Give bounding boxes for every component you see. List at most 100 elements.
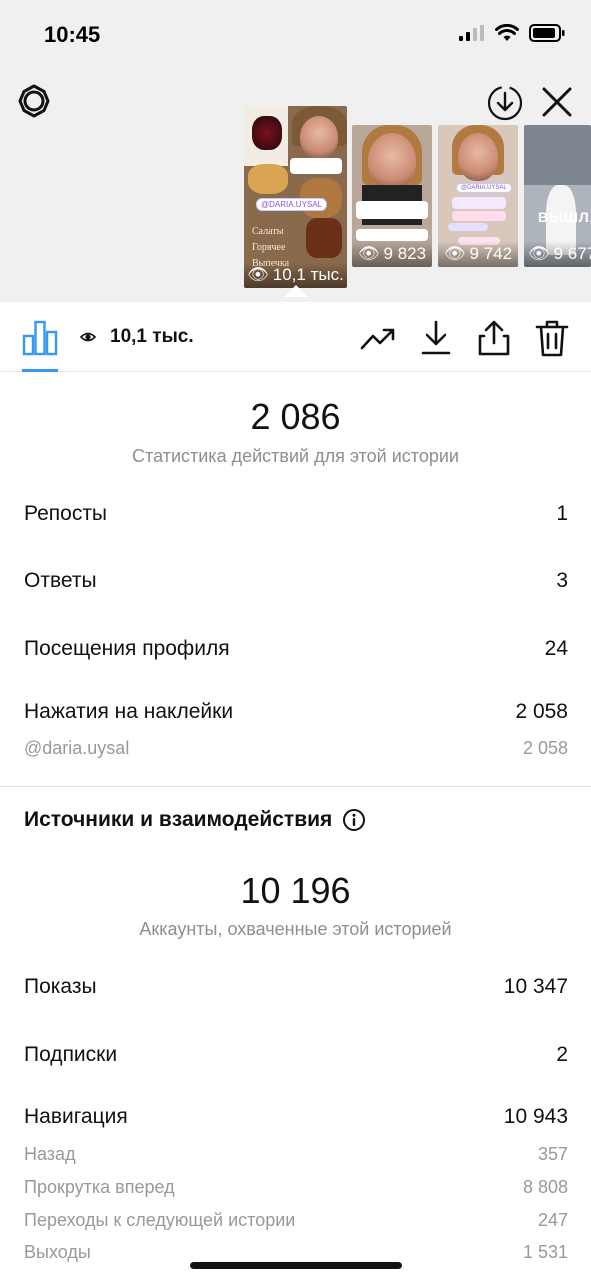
stat-value: 2 058 xyxy=(515,700,568,723)
promote-button[interactable] xyxy=(360,319,396,357)
close-button[interactable] xyxy=(540,85,574,119)
stat-row-forward: Прокрутка вперед 8 808 xyxy=(24,1177,568,1198)
story-text-line: Салаты xyxy=(252,226,284,237)
stat-label: Посещения профиля xyxy=(24,637,230,660)
eye-icon: 👁 xyxy=(247,265,269,284)
status-icons xyxy=(459,24,565,42)
bar-chart-icon xyxy=(22,320,58,356)
stat-value: 1 531 xyxy=(522,1242,568,1262)
section-title-text: Источники и взаимодействия xyxy=(24,808,333,831)
stat-value: 2 xyxy=(556,1043,568,1066)
stat-label: Показы xyxy=(24,975,97,998)
story-thumbnail-selected[interactable]: @DARIA.UYSAL Салаты Горячее Выпечка 👁10,… xyxy=(244,106,347,288)
stat-row-next-story: Переходы к следующей истории 247 xyxy=(24,1210,568,1231)
battery-icon xyxy=(529,24,565,42)
share-button[interactable] xyxy=(476,319,512,357)
accounts-reached-caption: Аккаунты, охваченные этой историей xyxy=(139,919,452,939)
story-views-count: 10,1 тыс. xyxy=(272,265,344,284)
stat-row-sticker-mention: @daria.uysal 2 058 xyxy=(24,738,568,759)
stat-value: 1 xyxy=(556,502,568,525)
stat-row-shares: Репосты 1 xyxy=(24,502,568,526)
story-views-count: 9 677 xyxy=(553,244,591,263)
stat-label: Ответы xyxy=(24,569,97,592)
cellular-signal-icon xyxy=(459,25,484,41)
story-views-count: 9 823 xyxy=(383,244,427,263)
story-mention-tag: @DARIA.UYSAL xyxy=(256,198,328,211)
status-time: 10:45 xyxy=(44,22,101,47)
story-caption-bubble xyxy=(356,229,428,241)
save-story-button[interactable] xyxy=(486,84,524,122)
info-icon[interactable] xyxy=(342,808,366,832)
story-views: 👁 9 742 xyxy=(438,241,518,267)
trending-up-icon xyxy=(360,328,395,350)
story-carousel-area: @DARIA.UYSAL Салаты Горячее Выпечка 👁10,… xyxy=(0,70,591,302)
story-toolbar: 10,1 тыс. xyxy=(0,302,591,372)
story-views: 👁9 677 xyxy=(524,241,591,267)
settings-button[interactable] xyxy=(14,82,54,122)
stat-label: Выходы xyxy=(24,1242,91,1262)
stat-row-navigation: Навигация 10 943 xyxy=(24,1105,568,1129)
story-caption-bubble xyxy=(452,211,506,221)
stat-label: Прокрутка вперед xyxy=(24,1177,175,1197)
stat-value: 24 xyxy=(544,637,568,660)
home-indicator[interactable] xyxy=(190,1262,402,1269)
toolbar-views-count: 10,1 тыс. xyxy=(110,326,194,347)
stat-label: Навигация xyxy=(24,1105,128,1128)
story-text-line: Горячее xyxy=(252,242,286,253)
stat-row-replies: Ответы 3 xyxy=(24,569,568,593)
story-overlay-text: ВЫШЛА xyxy=(538,209,591,225)
story-views-count: 9 742 xyxy=(469,244,513,263)
stat-row-follows: Подписки 2 xyxy=(24,1043,568,1067)
toolbar-views: 10,1 тыс. xyxy=(80,326,194,348)
stat-value: 10 943 xyxy=(503,1105,568,1128)
stat-value: 357 xyxy=(537,1144,568,1164)
stat-label: Нажатия на наклейки xyxy=(24,700,234,723)
eye-icon: 👁 xyxy=(357,244,380,263)
stat-value: 247 xyxy=(537,1210,568,1230)
status-bar: 10:45 xyxy=(0,0,591,70)
story-views: 👁 9 823 xyxy=(352,241,432,267)
section-divider xyxy=(0,786,591,787)
story-caption-bubble xyxy=(448,223,488,231)
eye-icon: 👁 xyxy=(443,244,466,263)
story-mention-tag: @DARIA.UYSAL xyxy=(456,183,512,193)
active-tab-indicator xyxy=(22,369,58,372)
story-caption-bubble xyxy=(356,201,428,219)
stat-value: 3 xyxy=(556,569,568,592)
wifi-icon xyxy=(495,24,519,41)
stat-row-back: Назад 357 xyxy=(24,1144,568,1165)
discovery-section-title: Источники и взаимодействия xyxy=(24,808,366,832)
interactions-caption: Статистика действий для этой истории xyxy=(132,446,459,466)
stat-row-impressions: Показы 10 347 xyxy=(24,975,568,999)
accounts-reached-total: 10 196 xyxy=(240,870,351,911)
eye-icon: 👁 xyxy=(528,244,550,263)
eye-icon xyxy=(80,332,96,342)
stat-label: @daria.uysal xyxy=(24,738,130,758)
share-icon xyxy=(478,320,510,356)
story-thumbnail[interactable]: @DARIA.UYSAL 👁 9 742 xyxy=(438,125,518,267)
interactions-total: 2 086 xyxy=(250,396,341,437)
stat-label: Назад xyxy=(24,1144,76,1164)
close-icon xyxy=(542,87,572,117)
stat-row-profile-visits: Посещения профиля 24 xyxy=(24,637,568,661)
stat-label: Репосты xyxy=(24,502,108,525)
download-icon xyxy=(421,320,451,355)
story-caption-bubble xyxy=(290,158,342,174)
selection-caret xyxy=(284,285,308,297)
trash-icon xyxy=(535,320,569,357)
stat-label: Подписки xyxy=(24,1043,118,1066)
stat-value: 8 808 xyxy=(522,1177,568,1197)
stat-label: Переходы к следующей истории xyxy=(24,1210,296,1230)
gear-icon xyxy=(18,84,50,118)
delete-button[interactable] xyxy=(534,319,570,357)
stat-value: 10 347 xyxy=(503,975,568,998)
download-circle-icon xyxy=(487,85,523,121)
insights-tab[interactable] xyxy=(22,318,58,356)
stat-row-sticker-taps: Нажатия на наклейки 2 058 xyxy=(24,700,568,724)
stat-value: 2 058 xyxy=(522,738,568,758)
story-caption-bubble xyxy=(452,197,506,209)
story-thumbnail[interactable]: ВЫШЛА 👁9 677 xyxy=(524,125,591,267)
download-button[interactable] xyxy=(418,319,454,357)
stat-row-exits: Выходы 1 531 xyxy=(24,1242,568,1263)
story-thumbnail[interactable]: 👁 9 823 xyxy=(352,125,432,267)
